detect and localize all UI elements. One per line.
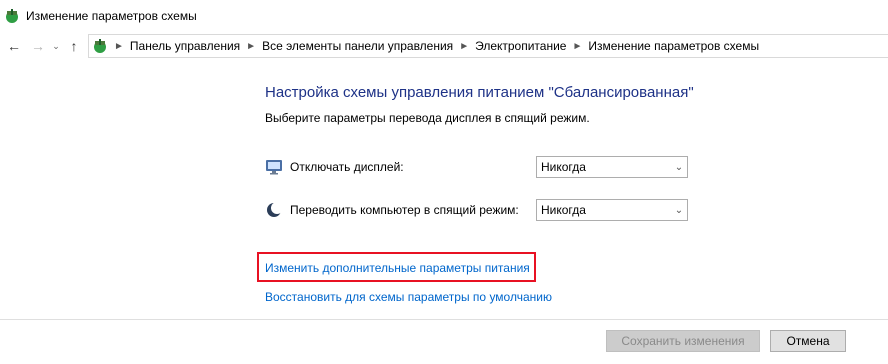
arrow-up-icon: ↑ xyxy=(70,38,78,54)
main-content: Настройка схемы управления питанием "Сба… xyxy=(265,84,825,125)
arrow-left-icon: ← xyxy=(7,38,21,54)
breadcrumb-power-options[interactable]: Электропитание xyxy=(475,39,566,53)
breadcrumb-all-items[interactable]: Все элементы панели управления xyxy=(262,39,453,53)
turn-off-display-select[interactable]: Никогда ⌄ xyxy=(536,156,688,178)
chevron-down-icon: ⌄ xyxy=(674,204,684,216)
breadcrumb-edit-plan[interactable]: Изменение параметров схемы xyxy=(588,39,759,53)
forward-button[interactable]: → xyxy=(28,36,48,56)
control-panel-icon xyxy=(94,39,106,53)
window-title: Изменение параметров схемы xyxy=(26,9,197,23)
page-subheading: Выберите параметры перевода дисплея в сп… xyxy=(265,111,590,125)
breadcrumb-separator-icon: ► xyxy=(459,40,470,52)
breadcrumb-separator-icon: ► xyxy=(114,40,124,52)
cancel-button[interactable]: Отмена xyxy=(770,330,846,352)
address-bar[interactable]: ► Панель управления ► Все элементы панел… xyxy=(88,34,888,58)
setting-put-to-sleep: Переводить компьютер в спящий режим: xyxy=(265,198,519,222)
footer-divider xyxy=(0,319,888,320)
put-to-sleep-value: Никогда xyxy=(541,203,586,217)
save-changes-button[interactable]: Сохранить изменения xyxy=(606,330,760,352)
put-to-sleep-label: Переводить компьютер в спящий режим: xyxy=(290,203,519,217)
monitor-icon xyxy=(266,160,282,175)
setting-turn-off-display: Отключать дисплей: xyxy=(265,155,404,179)
turn-off-display-value: Никогда xyxy=(541,160,586,174)
arrow-right-icon: → xyxy=(31,38,45,54)
back-button[interactable]: ← xyxy=(4,36,24,56)
moon-icon xyxy=(267,202,283,217)
recent-locations-button[interactable]: ⌄ xyxy=(50,36,62,56)
up-button[interactable]: ↑ xyxy=(64,36,84,56)
navigation-bar: ← → ⌄ ↑ ► Панель управления ► Все элемен… xyxy=(0,32,888,60)
breadcrumb-control-panel[interactable]: Панель управления xyxy=(130,39,240,53)
restore-defaults-link[interactable]: Восстановить для схемы параметры по умол… xyxy=(265,290,552,304)
chevron-down-icon: ⌄ xyxy=(674,161,684,173)
breadcrumb-separator-icon: ► xyxy=(572,40,583,52)
change-advanced-settings-link[interactable]: Изменить дополнительные параметры питани… xyxy=(265,261,530,275)
power-options-icon xyxy=(6,9,18,23)
put-to-sleep-select[interactable]: Никогда ⌄ xyxy=(536,199,688,221)
page-heading: Настройка схемы управления питанием "Сба… xyxy=(265,84,694,101)
title-bar: Изменение параметров схемы xyxy=(0,0,888,32)
chevron-down-icon: ⌄ xyxy=(52,40,60,51)
breadcrumb-separator-icon: ► xyxy=(246,40,257,52)
turn-off-display-label: Отключать дисплей: xyxy=(290,160,404,174)
